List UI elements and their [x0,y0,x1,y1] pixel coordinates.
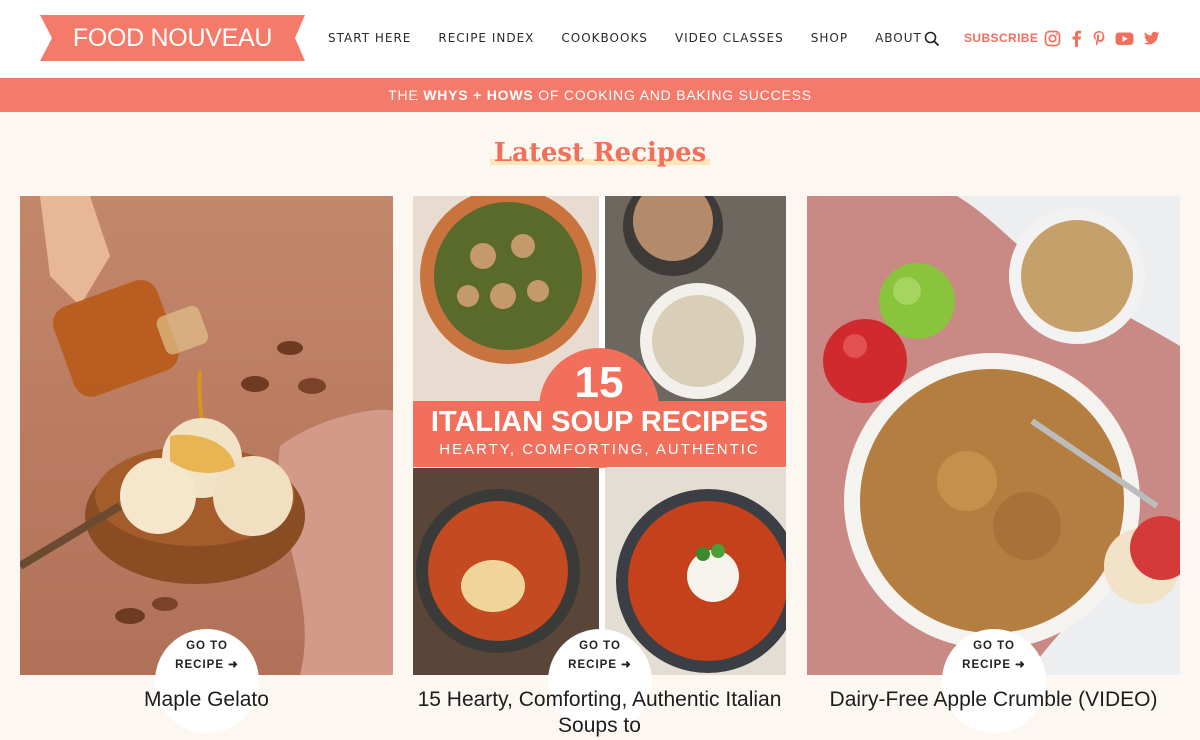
badge-line-2: RECIPE ➜ [962,659,1026,671]
recipe-image-apple-crumble[interactable] [807,196,1180,675]
search-icon[interactable] [924,31,940,47]
nav-start-here[interactable]: START HERE [328,31,411,47]
tagline-hows: HOWS [486,87,534,103]
overlay-title: ITALIAN SOUP RECIPES [430,406,769,438]
latest-recipes-heading: Latest Recipes [0,138,1200,168]
badge-line-1: GO TO [973,640,1015,652]
go-to-recipe-badge[interactable]: GO TO RECIPE ➜ [155,629,259,733]
badge-line-1: GO TO [579,640,621,652]
badge-line-2: RECIPE ➜ [175,659,239,671]
tagline-bar: THE WHYS + HOWS OF COOKING AND BAKING SU… [0,78,1200,112]
subscribe-link[interactable]: SUBSCRIBE [964,31,1038,45]
recipe-title[interactable]: 15 Hearty, Comforting, Authentic Italian… [413,687,786,739]
recipe-image-maple-gelato[interactable] [20,196,393,675]
twitter-icon[interactable] [1143,30,1160,47]
facebook-icon[interactable] [1068,30,1085,47]
tagline-prefix: THE [388,87,424,103]
badge-line-2: RECIPE ➜ [568,659,632,671]
nav-about[interactable]: ABOUT [875,31,922,47]
nav-cookbooks[interactable]: COOKBOOKS [561,31,648,47]
go-to-recipe-badge[interactable]: GO TO RECIPE ➜ [942,629,1046,733]
tagline-plus: + [468,87,487,103]
badge-line-1: GO TO [186,640,228,652]
nav-video-classes[interactable]: VIDEO CLASSES [675,31,784,47]
recipe-title[interactable]: Dairy-Free Apple Crumble (VIDEO) [807,687,1180,713]
tagline-whys: WHYS [423,87,469,103]
nav-shop[interactable]: SHOP [811,31,848,47]
tagline-suffix: OF COOKING AND BAKING SUCCESS [533,87,812,103]
recipe-image-italian-soups[interactable]: 15 ITALIAN SOUP RECIPES HEARTY, COMFORTI… [413,196,786,675]
logo[interactable]: FOOD NOUVEAU [40,15,305,61]
pinterest-icon[interactable] [1091,30,1108,47]
section-title: Latest Recipes [489,138,711,168]
overlay-subtitle: HEARTY, COMFORTING, AUTHENTIC [439,441,760,458]
youtube-icon[interactable] [1115,30,1134,47]
site-header: FOOD NOUVEAU START HERE RECIPE INDEX COO… [0,0,1200,78]
logo-text: FOOD NOUVEAU [72,24,273,52]
instagram-icon[interactable] [1044,30,1061,47]
main-nav: START HERE RECIPE INDEX COOKBOOKS VIDEO … [328,31,949,47]
nav-recipe-index[interactable]: RECIPE INDEX [438,31,534,47]
recipe-title[interactable]: Maple Gelato [20,687,393,713]
